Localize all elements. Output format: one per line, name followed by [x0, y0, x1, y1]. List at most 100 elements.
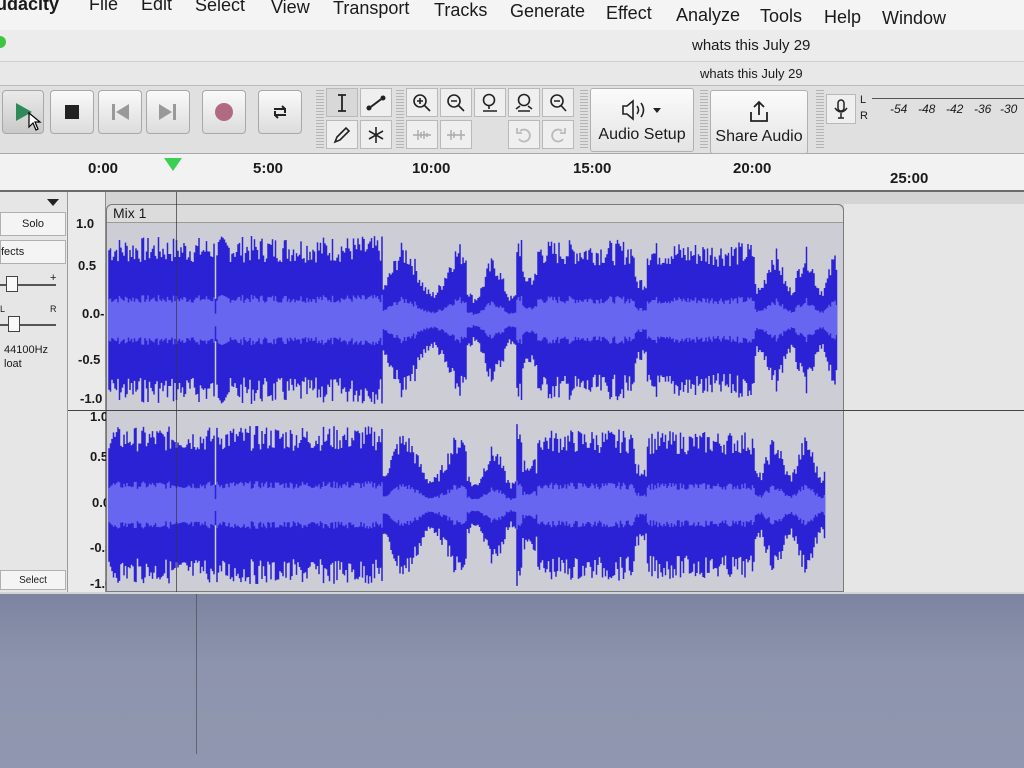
zoom-toggle-button[interactable] [542, 88, 574, 117]
microphone-icon [834, 99, 848, 119]
ruler-label: 25:00 [890, 170, 929, 187]
project-title: whats this July 29 [700, 66, 803, 81]
fit-selection-button[interactable] [474, 88, 506, 117]
gain-slider-thumb[interactable] [6, 276, 18, 292]
selection-tool[interactable] [326, 88, 358, 117]
solo-label: Solo [21, 218, 45, 230]
zoom-toggle-icon [550, 93, 567, 112]
empty-project-area[interactable] [0, 594, 1024, 768]
ruler-label: 0:00 [88, 160, 119, 177]
menu-tracks[interactable]: Tracks [434, 0, 487, 21]
meter-tick: -42 [946, 102, 964, 116]
amplitude-scale[interactable]: 1.0 0.5 0.0- -0.5 -1.0 1.0 0.5 0.0- -0.5… [68, 192, 114, 592]
select-track-button[interactable]: Select [0, 570, 66, 590]
share-audio-button[interactable]: Share Audio [710, 90, 808, 154]
redo-icon [551, 127, 566, 142]
ruler-label: 10:00 [412, 160, 451, 177]
menu-analyze[interactable]: Analyze [676, 5, 740, 26]
audio-clip[interactable]: Mix 1 [106, 204, 844, 592]
fit-project-button[interactable] [508, 88, 540, 117]
skip-to-end-button[interactable] [146, 90, 190, 134]
menu-view[interactable]: View [271, 0, 310, 18]
toolbar-grip[interactable] [580, 90, 588, 150]
zoom-in-icon [413, 93, 431, 112]
stop-button[interactable] [50, 90, 94, 134]
meter-right-label: R [860, 110, 868, 122]
timeline-ruler[interactable]: 0:00 5:00 10:00 15:00 20:00 25:00 [0, 154, 1024, 192]
scale-label: 1.0 [76, 216, 95, 231]
solo-button[interactable]: Solo [0, 212, 66, 236]
menu-edit[interactable]: Edit [141, 0, 172, 15]
menu-help[interactable]: Help [824, 7, 861, 28]
toolbar-grip[interactable] [816, 90, 824, 150]
channel-divider [68, 410, 1024, 411]
menu-effect[interactable]: Effect [606, 3, 652, 24]
track-menu-dropdown-icon[interactable] [46, 198, 60, 208]
meter-scale-line [872, 98, 1024, 99]
record-button[interactable] [202, 90, 246, 134]
pan-slider-thumb[interactable] [8, 316, 20, 332]
window-title: whats this July 29 [692, 37, 811, 54]
toolbar-grip[interactable] [316, 90, 324, 150]
project-title-bar: whats this July 29 [0, 62, 1024, 86]
scale-label: -1.0 [80, 391, 103, 406]
undo-icon [516, 127, 531, 142]
effects-button[interactable]: fects [0, 240, 66, 264]
undo-button[interactable] [508, 120, 540, 149]
play-head-marker-icon[interactable] [164, 158, 182, 171]
skip-to-start-button[interactable] [98, 90, 142, 134]
zoom-in-button[interactable] [406, 88, 438, 117]
waveform[interactable] [107, 205, 845, 593]
toolbar-grip[interactable] [700, 90, 708, 150]
menu-file[interactable]: File [89, 0, 118, 15]
menu-select[interactable]: Select [195, 0, 245, 16]
menu-app-name[interactable]: udacity [0, 0, 59, 15]
toolbar: Audio Setup Share Audio L R -54 -48 -42 … [0, 86, 1024, 154]
ruler-label: 15:00 [573, 160, 612, 177]
track-control-panel: Solo fects + L R 44100Hz loat Select [0, 192, 68, 592]
loop-button[interactable] [258, 90, 302, 134]
zoom-fit-icon [515, 93, 533, 112]
ruler-label: 5:00 [253, 160, 284, 177]
sample-rate-label: 44100Hz [4, 344, 49, 356]
trim-audio-icon [413, 129, 431, 140]
envelope-tool[interactable] [360, 88, 392, 117]
track-panel: Solo fects + L R 44100Hz loat Select 1.0… [0, 192, 1024, 594]
clip-name-bar[interactable]: Mix 1 [107, 205, 843, 223]
playhead-line [176, 192, 177, 592]
menu-transport[interactable]: Transport [333, 0, 409, 19]
pencil-icon [333, 126, 351, 143]
menu-generate[interactable]: Generate [510, 1, 585, 22]
scale-label: 0.5 [78, 258, 97, 273]
zoom-out-icon [447, 93, 465, 112]
track-empty-space[interactable] [844, 204, 1024, 592]
effects-label: fects [1, 246, 25, 258]
scale-label: 0.0- [82, 306, 105, 321]
skip-to-start-icon [112, 104, 129, 120]
menu-bar: udacity File Edit Select View Transport … [0, 0, 1024, 30]
loop-icon [274, 105, 286, 119]
share-icon [750, 100, 768, 122]
pan-left-label: L [0, 304, 6, 314]
audio-setup-button[interactable]: Audio Setup [590, 88, 694, 152]
meter-tick: -36 [974, 102, 992, 116]
multi-tool[interactable] [360, 120, 392, 149]
menu-tools[interactable]: Tools [760, 6, 802, 27]
meter-tick: -48 [918, 102, 936, 116]
zoom-out-button[interactable] [440, 88, 472, 117]
record-meter-button[interactable] [826, 94, 856, 124]
playhead-line-extension [196, 594, 197, 754]
mouse-cursor-icon [28, 112, 42, 131]
toolbar-grip[interactable] [396, 90, 404, 150]
meter-tick: -30 [1000, 102, 1018, 116]
scale-label: -0.5 [78, 352, 101, 367]
record-icon [215, 103, 233, 121]
draw-tool[interactable] [326, 120, 358, 149]
trim-button[interactable] [406, 120, 438, 149]
menu-window[interactable]: Window [882, 8, 946, 29]
redo-button[interactable] [542, 120, 574, 149]
share-audio-label: Share Audio [715, 128, 803, 145]
skip-to-end-icon [159, 104, 176, 120]
meter-tick: -54 [890, 102, 908, 116]
silence-button[interactable] [440, 120, 472, 149]
